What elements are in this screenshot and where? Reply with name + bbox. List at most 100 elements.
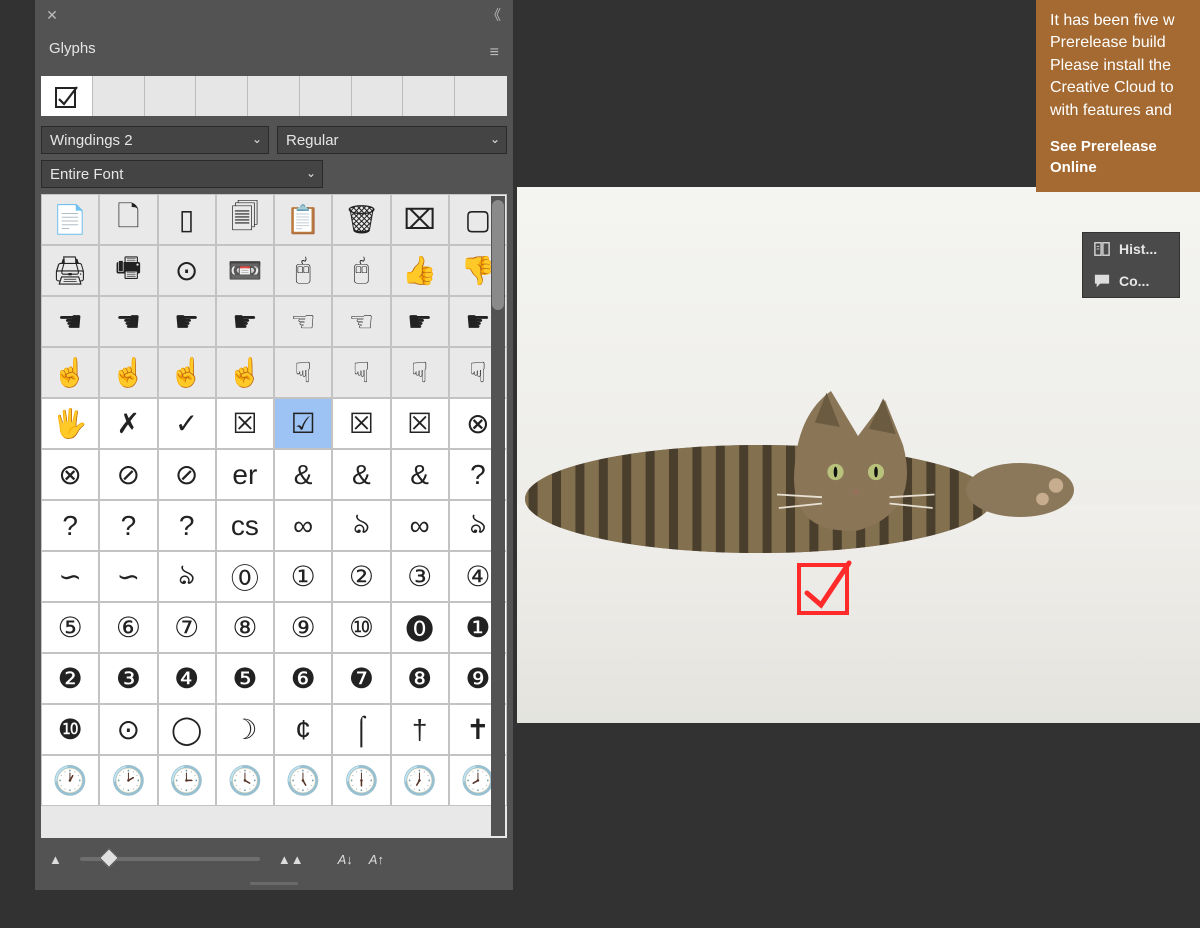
glyph-cell[interactable]: ∽ — [41, 551, 99, 602]
glyph-cell[interactable]: 🗋 — [99, 194, 157, 245]
glyph-cell[interactable]: ঌ — [158, 551, 216, 602]
glyph-cell[interactable]: 🕖 — [391, 755, 449, 806]
glyph-cell[interactable]: ⑨ — [274, 602, 332, 653]
glyph-cell[interactable]: ❿ — [41, 704, 99, 755]
glyph-cell[interactable]: 🖰 — [332, 245, 390, 296]
recent-glyph-cell[interactable] — [41, 76, 93, 116]
glyph-cell[interactable]: 📼 — [216, 245, 274, 296]
glyph-cell[interactable]: & — [332, 449, 390, 500]
glyph-cell[interactable]: ⑥ — [99, 602, 157, 653]
glyph-cell[interactable]: 🕒 — [158, 755, 216, 806]
glyph-cell[interactable]: 🖰 — [274, 245, 332, 296]
glyph-cell[interactable]: ? — [99, 500, 157, 551]
glyph-cell[interactable]: ✓ — [158, 398, 216, 449]
glyph-cell[interactable]: ⓿ — [391, 602, 449, 653]
panel-resize-handle[interactable] — [35, 876, 513, 890]
glyph-cell[interactable]: ∞ — [391, 500, 449, 551]
glyph-cell[interactable]: cs — [216, 500, 274, 551]
tab-glyphs[interactable]: Glyphs — [35, 32, 110, 68]
history-panel-tab[interactable]: Hist... — [1083, 233, 1179, 265]
glyph-cell[interactable]: 👍 — [391, 245, 449, 296]
glyph-cell[interactable]: 🕓 — [216, 755, 274, 806]
glyph-cell[interactable]: ¢ — [274, 704, 332, 755]
zoom-slider[interactable] — [80, 857, 260, 861]
recent-glyph-empty[interactable] — [300, 76, 352, 116]
glyph-cell[interactable]: ∞ — [274, 500, 332, 551]
glyph-cell[interactable]: & — [274, 449, 332, 500]
glyph-cell[interactable]: ▯ — [158, 194, 216, 245]
zoom-slider-thumb[interactable] — [99, 848, 119, 868]
glyph-cell[interactable]: ❹ — [158, 653, 216, 704]
glyph-cell[interactable]: ∽ — [99, 551, 157, 602]
glyph-cell[interactable]: ❽ — [391, 653, 449, 704]
glyph-cell[interactable]: ⑩ — [332, 602, 390, 653]
glyph-cell[interactable]: ☝ — [99, 347, 157, 398]
glyph-cell[interactable]: ☟ — [332, 347, 390, 398]
glyph-cell[interactable]: 📋 — [274, 194, 332, 245]
glyph-cell[interactable]: ☝ — [158, 347, 216, 398]
glyph-cell[interactable]: ☜ — [274, 296, 332, 347]
recent-glyph-empty[interactable] — [145, 76, 197, 116]
glyph-cell[interactable]: ☟ — [391, 347, 449, 398]
glyph-cell[interactable]: ③ — [391, 551, 449, 602]
recent-glyph-empty[interactable] — [352, 76, 404, 116]
comments-panel-tab[interactable]: Co... — [1083, 265, 1179, 297]
zoom-out-icon[interactable]: ▲ — [45, 850, 66, 869]
glyph-cell[interactable]: † — [391, 704, 449, 755]
glyph-cell[interactable]: ☒ — [332, 398, 390, 449]
glyph-cell[interactable]: 🖨 — [41, 245, 99, 296]
glyph-cell[interactable]: ⓪ — [216, 551, 274, 602]
glyph-subset-dropdown[interactable]: Entire Font ⌄ — [41, 160, 323, 188]
collapse-icon[interactable]: 《 — [483, 5, 505, 25]
glyph-cell[interactable]: ⊙ — [158, 245, 216, 296]
sort-desc-button[interactable]: A↑ — [365, 850, 388, 869]
recent-glyph-empty[interactable] — [93, 76, 145, 116]
glyph-cell[interactable]: ⌠ — [332, 704, 390, 755]
recent-glyph-empty[interactable] — [248, 76, 300, 116]
glyph-cell[interactable]: ☝ — [216, 347, 274, 398]
glyph-cell[interactable]: 🗑 — [332, 194, 390, 245]
glyph-cell[interactable]: er — [216, 449, 274, 500]
glyph-cell[interactable]: & — [391, 449, 449, 500]
glyph-cell[interactable]: ☝ — [41, 347, 99, 398]
glyph-cell[interactable]: ☽ — [216, 704, 274, 755]
glyph-cell[interactable]: ☛ — [216, 296, 274, 347]
glyph-cell[interactable]: ☒ — [391, 398, 449, 449]
font-style-dropdown[interactable]: Regular ⌄ — [277, 126, 507, 154]
glyph-cell[interactable]: 📄 — [41, 194, 99, 245]
scrollbar-thumb[interactable] — [492, 200, 504, 310]
close-icon[interactable]: ✕ — [43, 7, 61, 24]
glyph-cell[interactable]: ❷ — [41, 653, 99, 704]
glyph-cell[interactable]: ? — [41, 500, 99, 551]
glyph-cell[interactable]: ❺ — [216, 653, 274, 704]
glyph-cell[interactable]: ☟ — [274, 347, 332, 398]
glyph-cell[interactable]: ☜ — [332, 296, 390, 347]
font-family-dropdown[interactable]: Wingdings 2 ⌄ — [41, 126, 269, 154]
glyph-cell[interactable]: ঌ — [332, 500, 390, 551]
inserted-glyph-checkbox[interactable] — [795, 557, 855, 617]
glyph-cell[interactable]: ? — [158, 500, 216, 551]
glyph-cell[interactable]: ☒ — [216, 398, 274, 449]
glyph-cell[interactable]: 🕑 — [99, 755, 157, 806]
glyph-cell[interactable]: 🗐 — [216, 194, 274, 245]
glyph-cell[interactable]: ⑤ — [41, 602, 99, 653]
glyph-cell[interactable]: ☑ — [274, 398, 332, 449]
glyph-cell[interactable]: ❸ — [99, 653, 157, 704]
recent-glyph-empty[interactable] — [196, 76, 248, 116]
glyph-cell[interactable]: ⊘ — [99, 449, 157, 500]
glyph-cell[interactable]: 🕐 — [41, 755, 99, 806]
glyph-cell[interactable]: ⊙ — [99, 704, 157, 755]
panel-menu-icon[interactable]: ≡ — [484, 38, 505, 68]
glyph-cell[interactable]: ❻ — [274, 653, 332, 704]
glyph-cell[interactable]: ② — [332, 551, 390, 602]
glyph-cell[interactable]: 🕔 — [274, 755, 332, 806]
recent-glyph-empty[interactable] — [455, 76, 507, 116]
glyph-cell[interactable]: ☚ — [99, 296, 157, 347]
glyph-cell[interactable]: ◯ — [158, 704, 216, 755]
glyph-cell[interactable]: ⑦ — [158, 602, 216, 653]
sort-asc-button[interactable]: A↓ — [334, 850, 357, 869]
glyph-cell[interactable]: ① — [274, 551, 332, 602]
glyph-cell[interactable]: ☚ — [41, 296, 99, 347]
recent-glyph-empty[interactable] — [403, 76, 455, 116]
glyph-cell[interactable]: ☛ — [391, 296, 449, 347]
